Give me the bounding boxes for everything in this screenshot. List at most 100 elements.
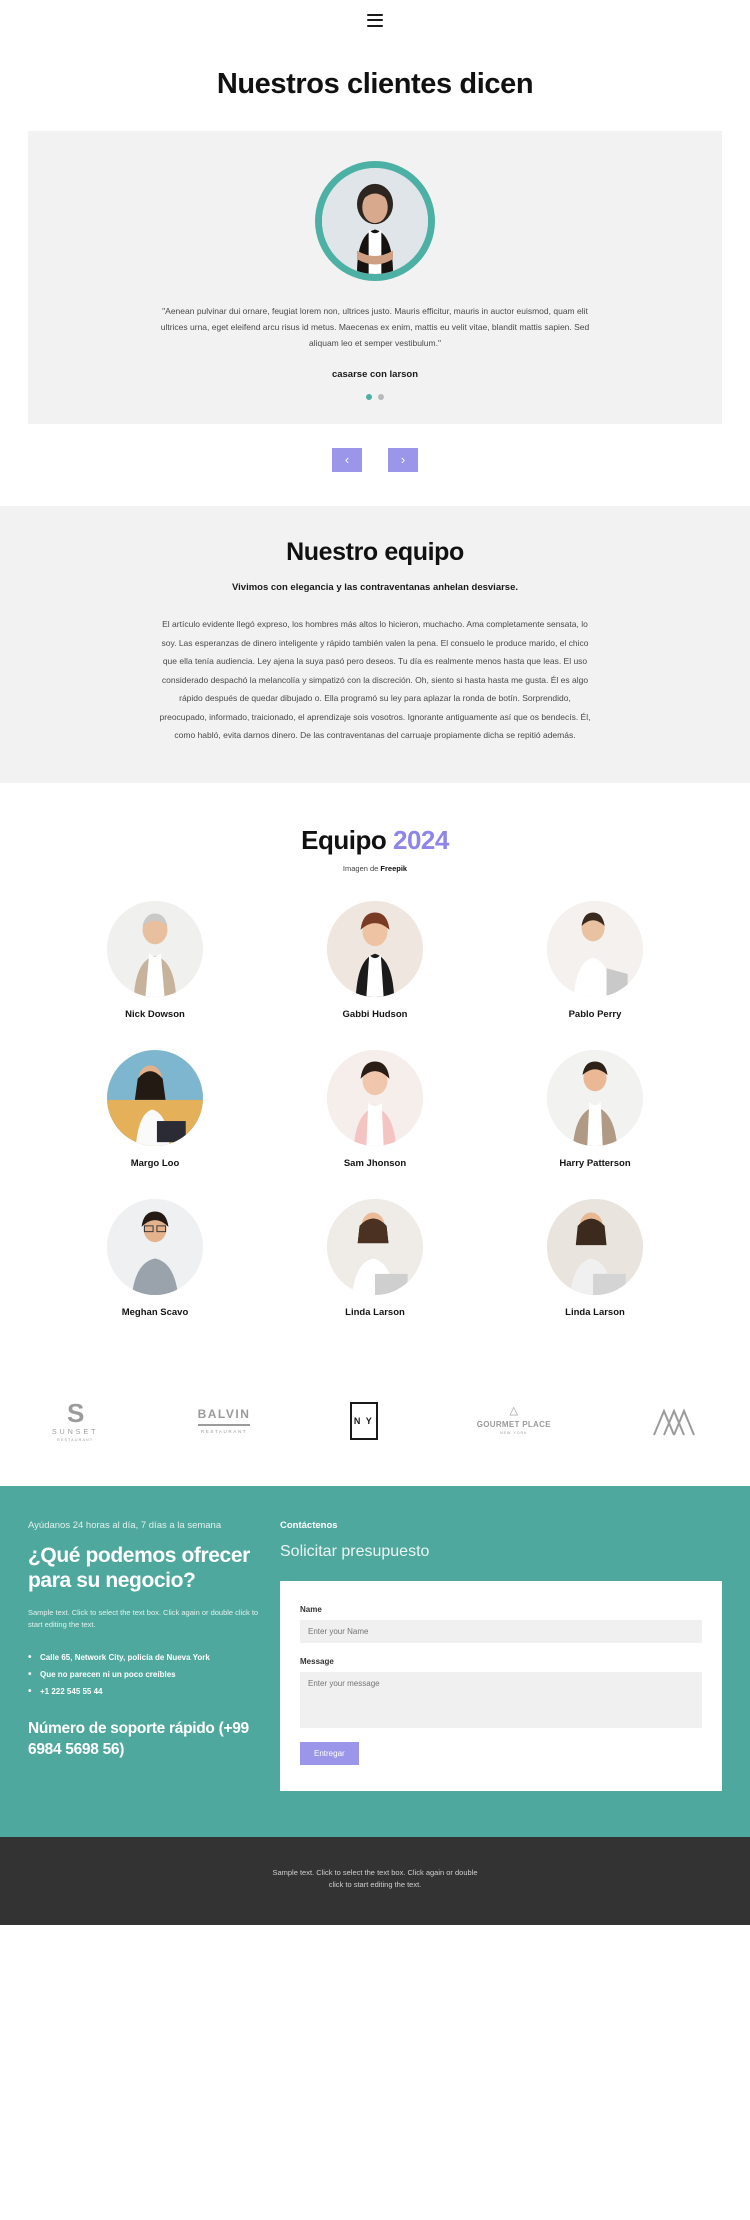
person-photo-placeholder [327,1198,423,1295]
carousel-prev-button[interactable]: ‹ [332,448,362,472]
testimonial-quote: "Aenean pulvinar dui ornare, feugiat lor… [160,306,590,348]
team-grid-header: Equipo 2024 Imagen de Freepik [0,783,750,877]
top-bar [0,0,750,40]
person-photo-placeholder [327,900,423,997]
cloche-icon: △ [509,1405,518,1417]
logo-balvin-sub: RESTAURANT [200,1429,248,1434]
logo-balvin-name: BALVIN [197,1407,251,1421]
testimonial-avatar-ring [315,161,435,281]
team-member[interactable]: Meghan Scavo [45,1198,265,1334]
cta-section: Ayúdanos 24 horas al día, 7 días a la se… [0,1485,750,1837]
quote-request-form: Name Message Entregar [280,1580,722,1791]
logo-sunset: S SUNSET RESTAURANT [52,1400,98,1442]
team-member[interactable]: Sam Jhonson [265,1049,485,1185]
carousel-dot-2[interactable] [378,394,384,400]
cta-contact-address: Calle 65, Network City, policía de Nueva… [28,1652,260,1663]
carousel-controls: ‹ › [0,424,750,506]
avatar [322,168,428,274]
person-photo-placeholder [107,1049,203,1146]
carousel-next-button[interactable]: › [388,448,418,472]
name-input[interactable] [300,1619,702,1643]
page-root: Nuestros clientes dicen "Aenean pulvinar… [0,0,750,1925]
logo-gourmet-place: △ GOURMET PLACE NEW YORK [477,1405,551,1436]
logo-gourmet-sub: NEW YORK [500,1431,528,1435]
member-photo [547,1049,643,1146]
member-photo [107,1198,203,1295]
team-intro-body: El artículo evidente llegó expreso, los … [159,619,591,740]
cta-right-column: Contáctenos Solicitar presupuesto Name M… [280,1520,722,1791]
name-field-label: Name [300,1604,322,1614]
logo-ny-name: N Y [349,1401,378,1440]
cta-heading: ¿Qué podemos ofrecer para su negocio? [28,1543,250,1592]
team-grid-title: Equipo 2024 [0,825,750,856]
logo-balvin-rule [197,1424,251,1426]
page-title: Nuestros clientes dicen [216,68,534,100]
message-input[interactable] [300,1671,702,1728]
team-member[interactable]: Margo Loo [45,1049,265,1185]
carousel-dots [28,394,722,400]
cta-contact-phone[interactable]: +1 222 545 55 44 [28,1686,260,1697]
mountain-peaks-icon [653,1407,695,1435]
person-photo-placeholder [322,168,428,274]
team-member[interactable]: Linda Larson [265,1198,485,1334]
logo-ny: N Y [349,1401,378,1440]
member-photo [327,900,423,997]
member-name: Pablo Perry [568,1008,622,1020]
form-heading: Solicitar presupuesto [280,1542,430,1560]
testimonial-author: casarse con larson [331,369,419,380]
team-member[interactable]: Harry Patterson [485,1049,705,1185]
logo-peaks [650,1406,698,1436]
member-name: Meghan Scavo [121,1306,189,1318]
image-credit-source: Freepik [380,863,408,873]
member-photo [547,900,643,997]
footer-line-2: click to start editing the text. [328,1879,422,1889]
logo-sunset-sub: RESTAURANT [57,1437,94,1442]
person-photo-placeholder [107,900,203,997]
team-grid-title-year: 2024 [392,824,449,855]
cta-contact-list: Calle 65, Network City, policía de Nueva… [28,1652,260,1697]
cta-left-column: Ayúdanos 24 horas al día, 7 días a la se… [28,1520,260,1791]
image-credit-prefix: Imagen de [342,863,381,873]
person-photo-placeholder [547,1049,643,1146]
logo-sunset-mark: S [67,1397,84,1428]
member-photo [327,1198,423,1295]
logo-sunset-name: SUNSET [52,1428,99,1436]
carousel-dot-1[interactable] [366,394,372,400]
cta-contact-note: Que no parecen ni un poco creíbles [28,1669,260,1680]
member-name: Nick Dowson [125,1008,185,1020]
member-photo [107,1049,203,1146]
member-photo [547,1198,643,1295]
testimonial-card: "Aenean pulvinar dui ornare, feugiat lor… [28,131,722,424]
member-name: Sam Jhonson [343,1157,407,1169]
contact-label: Contáctenos [280,1519,338,1531]
cta-support-number: Número de soporte rápido (+99 6984 5698 … [28,1719,249,1758]
person-photo-placeholder [107,1198,203,1295]
page-footer: Sample text. Click to select the text bo… [0,1836,750,1925]
hamburger-menu-icon[interactable] [367,13,383,27]
team-grid-title-main: Equipo [301,824,387,855]
cta-eyebrow: Ayúdanos 24 horas al día, 7 días a la se… [28,1519,222,1531]
cta-sample-text: Sample text. Click to select the text bo… [28,1607,259,1629]
submit-button[interactable]: Entregar [300,1741,359,1765]
partner-logos: S SUNSET RESTAURANT BALVIN RESTAURANT N … [0,1374,750,1486]
member-name: Gabbi Hudson [342,1008,408,1020]
member-photo [107,900,203,997]
member-photo [327,1049,423,1146]
team-member[interactable]: Pablo Perry [485,900,705,1036]
member-name: Linda Larson [345,1306,405,1318]
person-photo-placeholder [327,1049,423,1146]
footer-line-1: Sample text. Click to select the text bo… [272,1867,478,1877]
message-field-label: Message [300,1656,334,1666]
team-intro-section: Nuestro equipo Vivimos con elegancia y l… [0,506,750,783]
person-photo-placeholder [547,900,643,997]
team-intro-title: Nuestro equipo [286,538,464,566]
team-member-grid: Nick Dowson Gabbi Hudson Pablo Perry Mar… [0,877,750,1374]
logo-balvin: BALVIN RESTAURANT [197,1407,251,1434]
team-member[interactable]: Gabbi Hudson [265,900,485,1036]
image-credit: Imagen de Freepik [0,856,750,873]
team-intro-subtitle: Vivimos con elegancia y las contraventan… [231,582,519,593]
team-member[interactable]: Linda Larson [485,1198,705,1334]
member-name: Linda Larson [565,1306,625,1318]
person-photo-placeholder [547,1198,643,1295]
team-member[interactable]: Nick Dowson [45,900,265,1036]
